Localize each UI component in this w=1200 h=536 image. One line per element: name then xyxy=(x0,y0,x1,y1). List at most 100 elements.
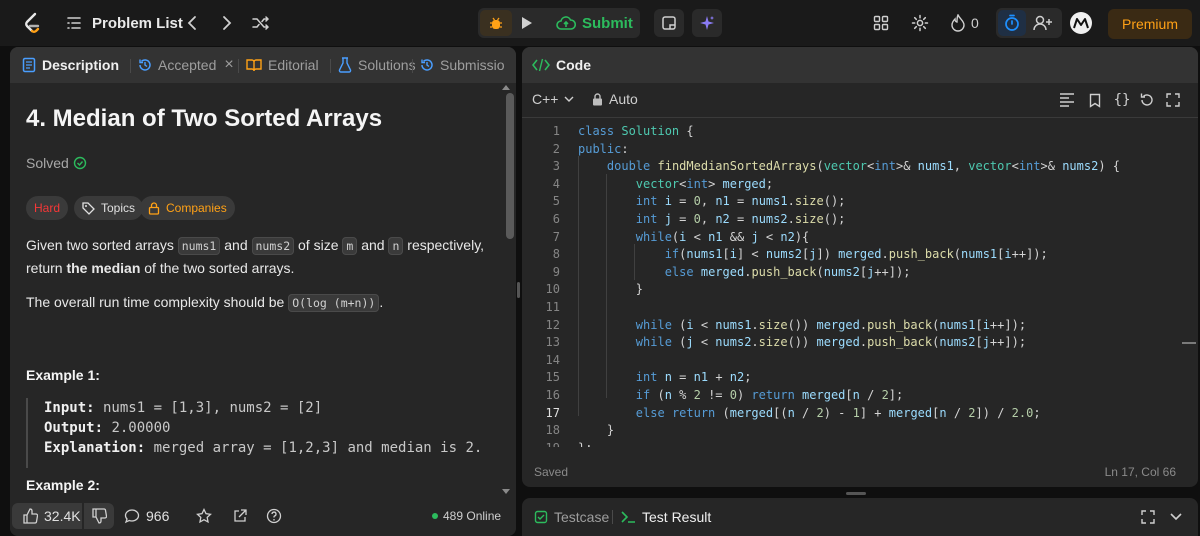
saved-status: Saved xyxy=(534,465,569,479)
chevron-down-icon[interactable] xyxy=(1168,509,1184,525)
code-line[interactable]: 18 } xyxy=(522,422,1198,440)
reset-icon[interactable] xyxy=(1138,91,1156,109)
scroll-up-arrow[interactable] xyxy=(502,85,510,90)
ai-sparkle-icon[interactable] xyxy=(692,9,722,37)
code-line[interactable]: 13 while (j < nums2.size()) merged.push_… xyxy=(522,334,1198,352)
code-line[interactable]: 19}; xyxy=(522,440,1198,447)
help-button[interactable] xyxy=(266,503,282,529)
text: Given two sorted arrays xyxy=(26,237,178,253)
problem-list-label[interactable]: Problem List xyxy=(92,15,183,32)
format-icon[interactable] xyxy=(1058,91,1076,109)
code-line[interactable]: 17 else return (merged[(n / 2) - 1] + me… xyxy=(522,405,1198,423)
line-number: 16 xyxy=(545,388,560,402)
scrollbar-thumb[interactable] xyxy=(506,93,514,239)
dislike-button[interactable] xyxy=(84,503,114,529)
code-tab[interactable]: Code xyxy=(532,47,591,83)
problem-title[interactable]: 4. Median of Two Sorted Arrays xyxy=(26,105,382,133)
submit-label: Submit xyxy=(582,14,633,32)
code-line[interactable]: 9 else merged.push_back(nums2[j++]); xyxy=(522,264,1198,282)
test-panel: Testcase Test Result xyxy=(522,498,1198,536)
code-editor[interactable]: 1 class Solution {2 public: 3 double findMe… xyxy=(522,121,1198,447)
inline-code: nums2 xyxy=(251,237,295,255)
run-icon[interactable] xyxy=(514,10,540,36)
tab-description[interactable]: Description xyxy=(22,47,119,83)
tab-accepted[interactable]: Accepted × xyxy=(138,47,234,83)
avatar[interactable] xyxy=(1070,12,1092,34)
code-line[interactable]: 8 if(nums1[i] < nums2[j]) merged.push_ba… xyxy=(522,246,1198,264)
tab-test-result[interactable]: Test Result xyxy=(620,498,711,536)
code-line[interactable]: 7 while(i < n1 && j < n2){ xyxy=(522,229,1198,247)
chevron-left-icon[interactable] xyxy=(183,14,201,32)
tab-label: Testcase xyxy=(554,509,610,525)
star-button[interactable] xyxy=(196,503,212,529)
code-line[interactable]: 16 if (n % 2 != 0) return merged[n / 2]; xyxy=(522,387,1198,405)
line-number: 7 xyxy=(552,229,560,244)
code-line[interactable]: 10 } xyxy=(522,281,1198,299)
line-number: 15 xyxy=(545,370,560,385)
online-count: 489 Online xyxy=(443,509,502,523)
code-line[interactable]: 2 public: xyxy=(522,141,1198,159)
chevron-right-icon[interactable] xyxy=(218,14,236,32)
scroll-down-arrow[interactable] xyxy=(502,489,510,494)
topics-chip[interactable]: Topics xyxy=(74,196,144,220)
line-number: 5 xyxy=(552,194,560,209)
solved-status: Solved xyxy=(26,155,87,171)
line-number: 13 xyxy=(545,335,560,350)
tab-editorial[interactable]: Editorial xyxy=(246,47,319,83)
debug-icon[interactable] xyxy=(480,10,512,36)
problem-list-icon[interactable] xyxy=(66,15,82,31)
code-line[interactable]: 15 int n = n1 + n2; xyxy=(522,369,1198,387)
premium-button[interactable]: Premium xyxy=(1108,9,1192,39)
share-button[interactable] xyxy=(232,503,248,529)
line-number: 9 xyxy=(552,264,560,279)
line-number: 11 xyxy=(545,300,560,314)
code-line[interactable]: 14 xyxy=(522,352,1198,370)
line-code: else merged.push_back(nums2[j++]); xyxy=(664,264,911,279)
layout-icon[interactable] xyxy=(872,14,890,32)
language-select[interactable]: C++ xyxy=(532,91,574,107)
comments-button[interactable]: 966 xyxy=(124,503,169,529)
description-footer: 32.4K 966 489 Online xyxy=(10,498,516,536)
label: Output: xyxy=(44,420,104,436)
leetcode-logo[interactable] xyxy=(20,10,44,36)
tab-submissions[interactable]: Submissio xyxy=(420,47,505,83)
line-number: 1 xyxy=(552,124,560,138)
close-icon[interactable]: × xyxy=(224,56,233,74)
panel-resize-handle[interactable] xyxy=(517,282,520,298)
streak-fire-icon[interactable] xyxy=(950,13,966,33)
question-circle-icon xyxy=(266,508,282,524)
example-1-title: Example 1: xyxy=(26,367,100,383)
inline-code: O(log (m+n)) xyxy=(288,294,380,312)
note-icon[interactable] xyxy=(654,9,684,37)
add-user-icon[interactable] xyxy=(1030,12,1056,34)
tab-solutions[interactable]: Solutions xyxy=(338,47,416,83)
bold-text: the median xyxy=(66,260,141,276)
settings-gear-icon[interactable] xyxy=(911,14,929,32)
code-line[interactable]: 1 class Solution { xyxy=(522,123,1198,141)
bookmark-icon[interactable] xyxy=(1086,91,1104,109)
submit-button[interactable]: Submit xyxy=(548,10,636,36)
code-line[interactable]: 4 vector<int> merged; xyxy=(522,176,1198,194)
timer-icon[interactable] xyxy=(998,10,1026,36)
mode-indicator[interactable]: Auto xyxy=(592,91,638,107)
code-line[interactable]: 11 xyxy=(522,299,1198,317)
example-output: Output: 2.00000 xyxy=(44,418,482,438)
code-line[interactable]: 3 double findMedianSortedArrays(vector<i… xyxy=(522,158,1198,176)
code-line[interactable]: 6 int j = 0, n2 = nums2.size(); xyxy=(522,211,1198,229)
topics-label: Topics xyxy=(101,201,136,215)
code-line[interactable]: 12 while (i < nums1.size()) merged.push_… xyxy=(522,317,1198,335)
line-code: } xyxy=(578,423,615,438)
shuffle-icon[interactable] xyxy=(252,14,270,32)
like-button[interactable]: 32.4K xyxy=(12,503,82,529)
mode-label: Auto xyxy=(609,91,638,107)
expand-icon[interactable] xyxy=(1164,91,1182,109)
companies-chip[interactable]: Companies xyxy=(140,196,235,220)
braces-icon[interactable]: {} xyxy=(1112,91,1132,109)
history-icon xyxy=(139,59,151,71)
tab-testcase[interactable]: Testcase xyxy=(534,498,609,536)
code-line[interactable]: 5 int i = 0, n1 = nums1.size(); xyxy=(522,193,1198,211)
maximize-icon[interactable] xyxy=(1140,509,1156,525)
panel-resize-handle[interactable] xyxy=(846,492,866,495)
tab-divider xyxy=(130,59,131,73)
difficulty-badge[interactable]: Hard xyxy=(26,196,69,220)
